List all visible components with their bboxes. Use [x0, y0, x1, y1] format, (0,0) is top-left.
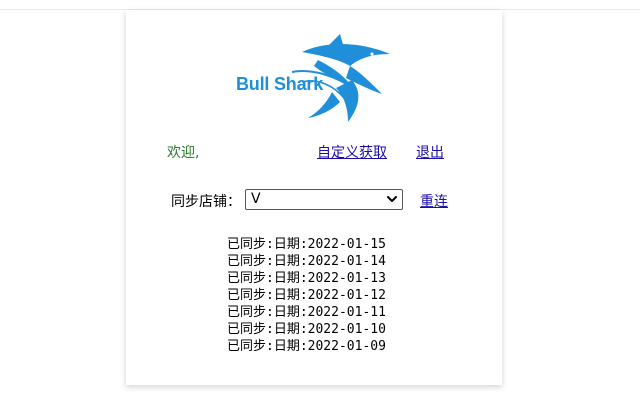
chevron-down-icon	[387, 196, 397, 202]
brand-name: Bull Shark	[236, 74, 324, 94]
list-item: 已同步:日期:2022-01-14	[227, 254, 386, 269]
list-item: 已同步:日期:2022-01-12	[227, 288, 386, 303]
logout-link[interactable]: 退出	[416, 142, 444, 162]
list-item: 已同步:日期:2022-01-09	[227, 339, 386, 354]
store-select[interactable]: V	[245, 189, 403, 210]
custom-fetch-link[interactable]: 自定义获取	[317, 142, 387, 162]
list-item: 已同步:日期:2022-01-10	[227, 322, 386, 337]
popup-panel: Bull Shark 欢迎, 自定义获取 退出 同步店铺： V 重连 已同步:日…	[126, 10, 502, 385]
welcome-text: 欢迎,	[167, 145, 200, 161]
list-item: 已同步:日期:2022-01-11	[227, 305, 386, 320]
list-item: 已同步:日期:2022-01-13	[227, 271, 386, 286]
store-select-value: V	[251, 191, 261, 207]
sync-log-list: 已同步:日期:2022-01-15 已同步:日期:2022-01-14 已同步:…	[227, 236, 386, 355]
reconnect-link[interactable]: 重连	[420, 191, 448, 211]
sync-store-label: 同步店铺：	[171, 194, 241, 210]
list-item: 已同步:日期:2022-01-15	[227, 237, 386, 252]
top-border-strip	[0, 0, 640, 10]
